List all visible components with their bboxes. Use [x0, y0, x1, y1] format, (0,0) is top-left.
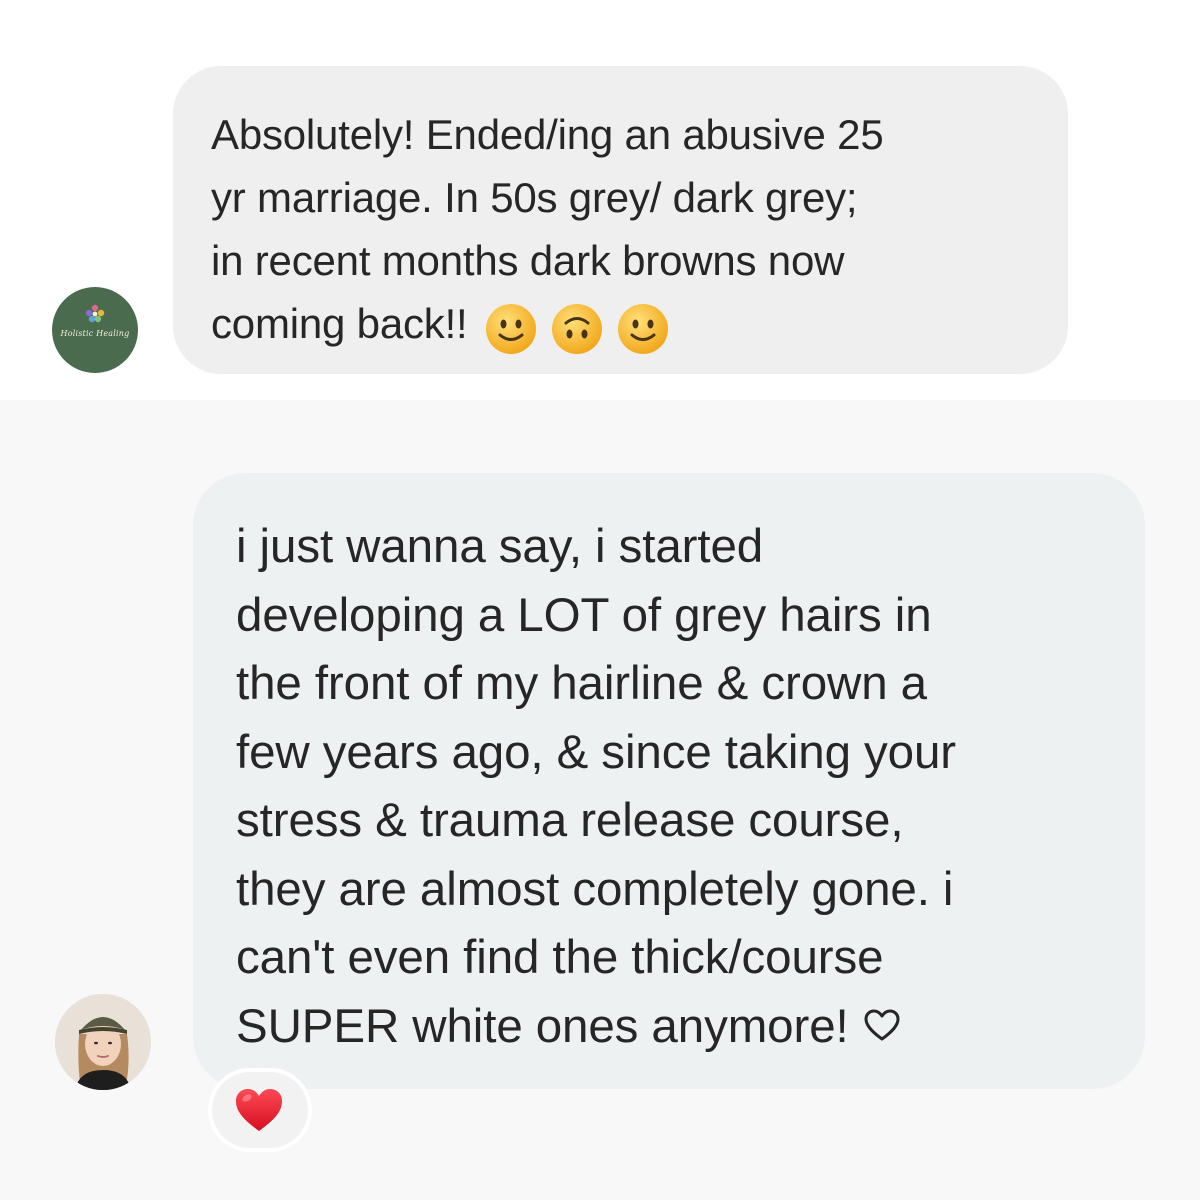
message-line: they are almost completely gone. i: [236, 862, 954, 916]
message-line-text: coming back!!: [211, 300, 468, 347]
message-line-text: SUPER white ones anymore!: [236, 999, 849, 1053]
message-line: in recent months dark browns now: [211, 237, 845, 284]
sender-avatar-logo[interactable]: Holistic Healing: [52, 287, 138, 373]
message-line-last: SUPER white ones anymore!: [236, 993, 1115, 1062]
slightly-smiling-face-icon: [485, 303, 536, 354]
message-line-last: coming back!!: [211, 292, 1038, 355]
message-line: Absolutely! Ended/ing an abusive 25: [211, 111, 884, 158]
emoji-row: [468, 294, 670, 354]
message-line: the front of my hairline & crown a: [236, 657, 927, 710]
heart-outline-icon: [864, 1009, 900, 1041]
message-line: yr marriage. In 50s grey/ dark grey;: [211, 174, 858, 221]
red-heart-icon: [236, 1089, 282, 1131]
logo-script-text: Holistic Healing: [60, 329, 130, 338]
upside-down-face-icon: [551, 303, 602, 354]
message-bubble-received-1[interactable]: Absolutely! Ended/ing an abusive 25 yr m…: [173, 66, 1068, 374]
sender-avatar-photo[interactable]: [55, 994, 151, 1090]
message-bubble-received-2[interactable]: i just wanna say, i started developing a…: [193, 473, 1145, 1089]
message-line: few years ago, & since taking your: [236, 725, 957, 779]
message-line: can't even find the thick/course: [236, 931, 884, 984]
message-line: developing a LOT of grey hairs in: [236, 588, 932, 642]
reaction-badge[interactable]: [212, 1072, 308, 1148]
slightly-smiling-face-icon: [617, 303, 668, 354]
flower-icon: [85, 304, 105, 323]
user-photo-avatar: [55, 994, 151, 1090]
message-line: i just wanna say, i started: [236, 520, 764, 573]
message-line: stress & trauma release course,: [236, 794, 904, 847]
